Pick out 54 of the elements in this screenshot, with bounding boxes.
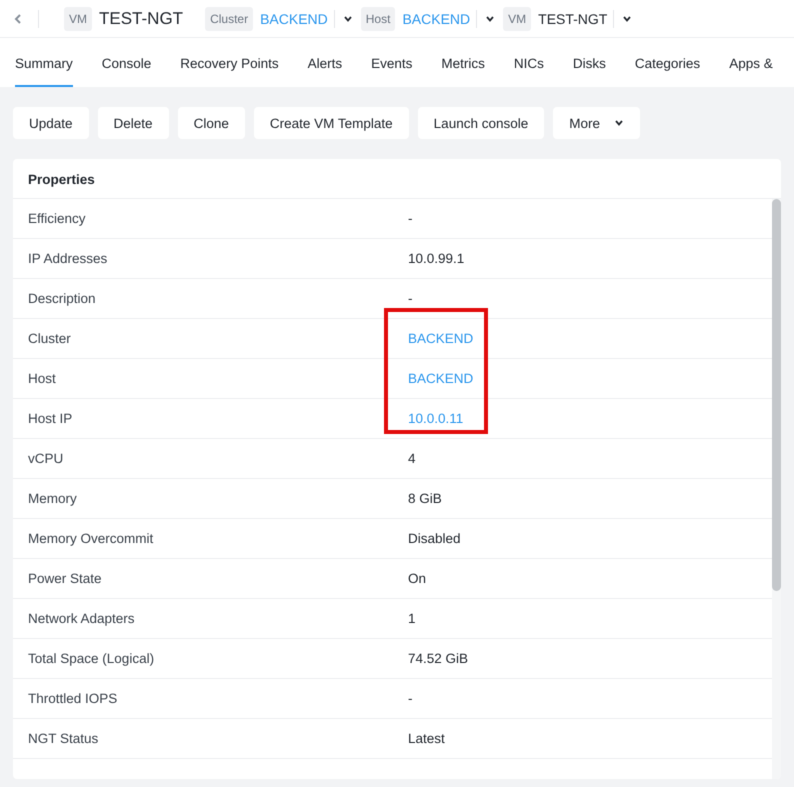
caret-icon[interactable] [485,14,496,24]
action-button[interactable]: Launch console [418,107,544,139]
property-label: Throttled IOPS [28,691,118,706]
caret-icon[interactable] [622,14,632,24]
property-value: 74.52 GiB [408,651,468,666]
scrollbar[interactable] [772,199,781,779]
tab[interactable]: Apps & [729,38,773,87]
property-label: NGT Status [28,731,100,746]
property-value: On [408,571,426,586]
type-badge: VM [64,6,92,30]
scrollbar-thumb[interactable] [772,199,781,591]
caret-icon[interactable] [342,14,353,24]
property-value: 10.0.99.1 [408,251,464,266]
property-value: 4 [408,451,416,466]
page-title: TEST-NGT [99,8,184,28]
tab[interactable]: Disks [572,38,606,87]
property-value: - [408,691,412,706]
tab[interactable]: Console [102,38,152,87]
action-button[interactable]: Create VM Template [254,107,409,139]
property-label: Memory [28,491,78,506]
property-value: 1 [408,611,416,626]
tab[interactable]: Metrics [441,38,485,87]
property-label: Network Adapters [28,611,136,626]
property-label: Host [28,371,57,386]
tab[interactable]: Recovery Points [180,38,279,87]
property-label: Total Space (Logical) [28,651,156,666]
card-title: Properties [13,159,781,199]
action-button[interactable]: Delete [98,107,169,139]
tab[interactable]: NICs [514,38,544,87]
tab[interactable]: Alerts [308,38,342,87]
property-label: IP Addresses [28,251,108,266]
action-button[interactable]: Clone [178,107,245,139]
caret-icon [614,118,624,128]
property-label: Cluster [28,331,72,346]
property-label: Description [28,291,97,306]
property-label: vCPU [28,451,64,466]
property-value: - [408,291,412,306]
type-badge: Cluster [205,6,254,30]
property-label: Host IP [28,411,74,426]
type-badge: VM [503,6,532,30]
property-value: - [408,211,412,226]
tab[interactable]: Summary [15,38,73,87]
property-value: Disabled [408,531,461,546]
tab[interactable]: Categories [634,38,700,87]
action-button[interactable]: Update [13,107,89,139]
action-button[interactable]: More [553,107,640,139]
property-label: Memory Overcommit [28,531,154,546]
property-label: Power State [28,571,103,586]
breadcrumb-item[interactable]: TEST-NGT [538,10,608,26]
property-value: 8 GiB [408,491,442,506]
tab[interactable]: Events [371,38,412,87]
property-value: Latest [408,731,445,746]
type-badge: Host [360,6,396,30]
property-label: Efficiency [28,211,87,226]
